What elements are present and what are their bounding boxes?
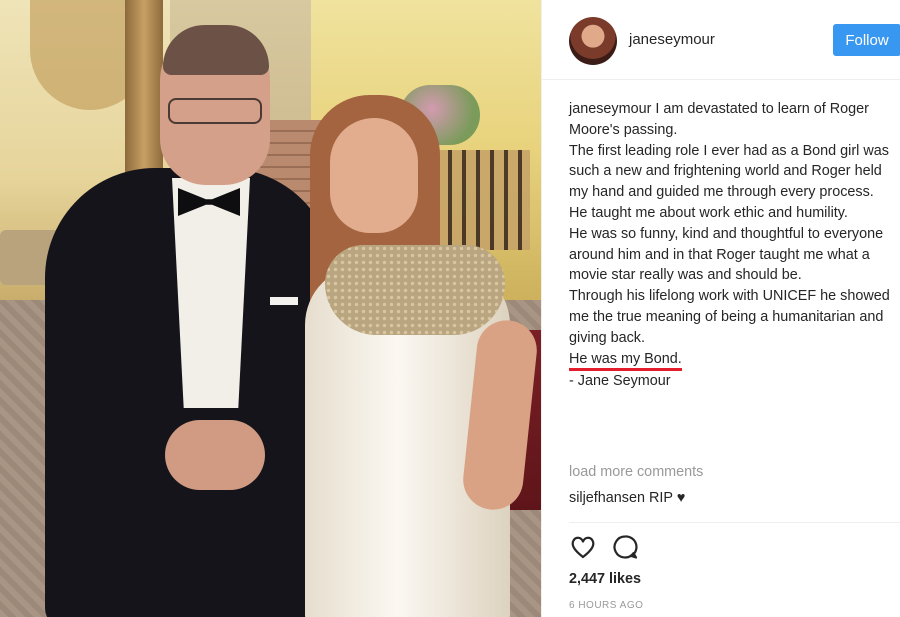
- caption-highlight: He was my Bond.: [569, 351, 682, 371]
- caption-signature: - Jane Seymour: [569, 372, 671, 389]
- caption-username[interactable]: janeseymour: [569, 101, 651, 117]
- like-count[interactable]: 2,447 likes: [569, 571, 641, 587]
- comment-icon[interactable]: [611, 533, 639, 561]
- caption-line: He was my Bond.: [569, 349, 894, 371]
- post-photo[interactable]: [0, 0, 541, 617]
- comment-text: RIP ♥: [649, 490, 686, 506]
- woman-face: [330, 118, 418, 233]
- man-glasses: [168, 98, 262, 124]
- man-hands: [165, 420, 265, 490]
- heart-icon[interactable]: [569, 533, 597, 561]
- follow-button[interactable]: Follow: [833, 24, 900, 56]
- post-timestamp: 6 HOURS AGO: [569, 600, 644, 611]
- post-header: janeseymour Follow: [542, 0, 900, 80]
- caption-line: The first leading role I ever had as a B…: [569, 142, 889, 201]
- load-more-comments-link[interactable]: load more comments: [569, 464, 703, 480]
- woman-sequin-top: [325, 245, 505, 335]
- post-info-panel: janeseymour Follow janeseymour I am deva…: [541, 0, 900, 617]
- author-username[interactable]: janeseymour: [629, 31, 715, 48]
- avatar[interactable]: [569, 17, 617, 65]
- caption-line: He was so funny, kind and thoughtful to …: [569, 225, 884, 284]
- divider: [569, 522, 900, 523]
- action-bar: [569, 533, 639, 561]
- comment-item: siljefhansen RIP ♥: [569, 490, 685, 506]
- caption-line: Through his lifelong work with UNICEF he…: [569, 288, 890, 346]
- instagram-post: janeseymour Follow janeseymour I am deva…: [0, 0, 900, 617]
- comment-username[interactable]: siljefhansen: [569, 490, 645, 506]
- caption-line: He taught me about work ethic and humili…: [569, 204, 848, 221]
- man-pocket-square: [270, 297, 298, 305]
- man-hair: [163, 25, 269, 75]
- caption-line: janeseymour I am devastated to learn of …: [569, 99, 894, 141]
- post-caption: janeseymour I am devastated to learn of …: [569, 99, 894, 391]
